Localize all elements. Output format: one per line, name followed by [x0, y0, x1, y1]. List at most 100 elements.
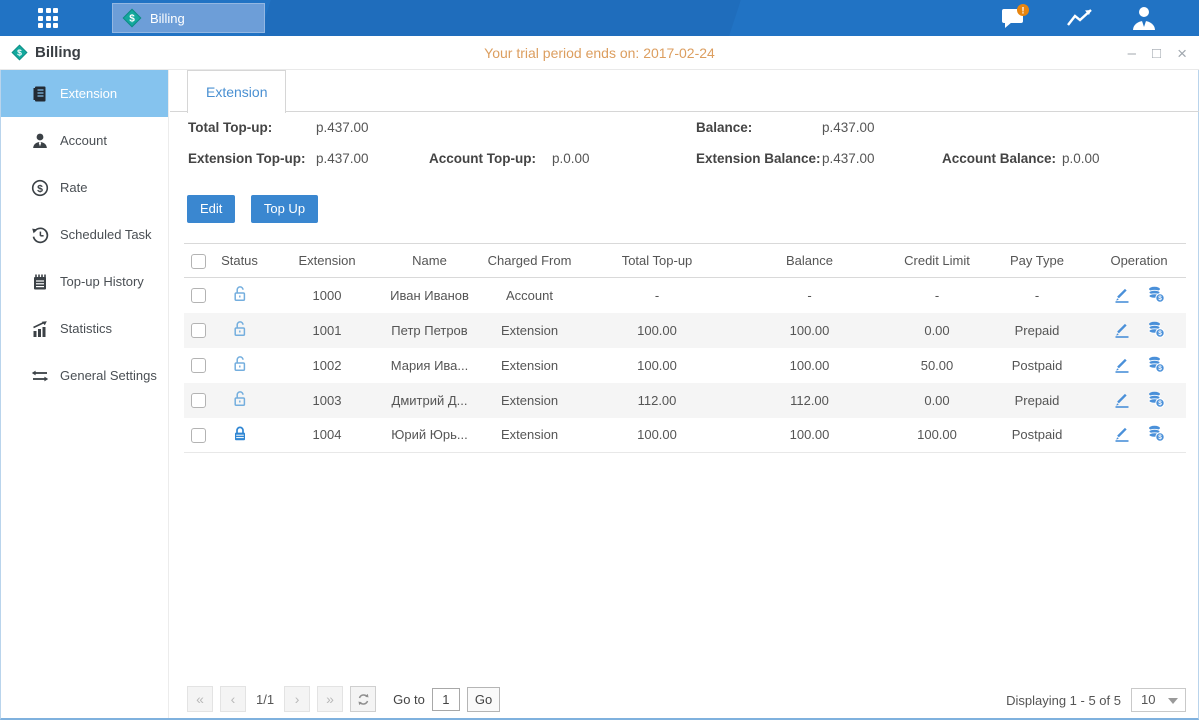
- lock-open-icon[interactable]: [232, 320, 248, 340]
- row-checkbox[interactable]: [191, 358, 206, 373]
- taskbar-item-billing[interactable]: $ Billing: [112, 3, 265, 33]
- cell-charged-from: Extension: [472, 418, 587, 453]
- svg-text:$: $: [1158, 434, 1162, 441]
- extension-topup-value: p.437.00: [316, 151, 369, 166]
- tab-strip: Extension: [170, 70, 1199, 112]
- top-up-row-icon[interactable]: $: [1147, 320, 1165, 341]
- cell-balance: -: [727, 278, 892, 313]
- lock-open-icon[interactable]: [232, 285, 248, 305]
- cell-total-topup: 100.00: [587, 313, 727, 348]
- edit-row-icon[interactable]: [1113, 390, 1131, 411]
- sidebar-item-label: Rate: [60, 180, 87, 195]
- cell-balance: 112.00: [727, 383, 892, 418]
- balance-value: p.437.00: [822, 120, 875, 135]
- minimize-icon[interactable]: –: [1128, 46, 1136, 61]
- apps-grid-icon[interactable]: [38, 8, 60, 29]
- displaying-text: Displaying 1 - 5 of 5: [1006, 693, 1121, 708]
- table-row: 1004Юрий Юрь...Extension100.00100.00100.…: [184, 418, 1186, 453]
- cell-pay-type: Postpaid: [982, 418, 1092, 453]
- page-size-value: 10: [1141, 692, 1155, 707]
- extension-icon: [31, 85, 49, 103]
- messages-icon[interactable]: !: [1001, 4, 1031, 32]
- cell-extension: 1002: [267, 348, 387, 383]
- topbar-decoration: [259, 0, 741, 36]
- user-account-icon[interactable]: [1129, 4, 1159, 32]
- lock-open-icon[interactable]: [232, 355, 248, 375]
- col-charged-from: Charged From: [472, 244, 587, 278]
- cell-balance: 100.00: [727, 313, 892, 348]
- sidebar-item-label: Account: [60, 133, 107, 148]
- prev-page-button[interactable]: ‹: [220, 686, 246, 712]
- cell-charged-from: Account: [472, 278, 587, 313]
- account-topup-label: Account Top-up:: [429, 151, 536, 166]
- sidebar-item-label: Statistics: [60, 321, 112, 336]
- col-pay-type: Pay Type: [982, 244, 1092, 278]
- sidebar-item-general-settings[interactable]: General Settings: [1, 352, 168, 399]
- last-page-button[interactable]: »: [317, 686, 343, 712]
- cell-extension: 1004: [267, 418, 387, 453]
- top-up-button[interactable]: Top Up: [251, 195, 318, 223]
- extension-table: Status Extension Name Charged From Total…: [184, 243, 1186, 453]
- sidebar-item-account[interactable]: Account: [1, 117, 168, 164]
- cell-extension: 1000: [267, 278, 387, 313]
- cell-total-topup: 100.00: [587, 348, 727, 383]
- col-status: Status: [212, 244, 267, 278]
- page-size-select[interactable]: 10: [1131, 688, 1186, 712]
- statistics-chart-icon[interactable]: [1065, 4, 1095, 32]
- svg-text:$: $: [129, 14, 135, 25]
- edit-row-icon[interactable]: [1113, 320, 1131, 341]
- extension-topup-label: Extension Top-up:: [188, 151, 306, 166]
- cell-credit-limit: -: [892, 278, 982, 313]
- maximize-icon[interactable]: □: [1152, 46, 1161, 61]
- cell-total-topup: -: [587, 278, 727, 313]
- close-icon[interactable]: ×: [1177, 45, 1187, 62]
- lock-open-icon[interactable]: [232, 390, 248, 410]
- refresh-icon[interactable]: [350, 686, 376, 712]
- rate-icon: $: [31, 179, 49, 197]
- account-icon: [31, 132, 49, 150]
- extension-balance-label: Extension Balance:: [696, 151, 821, 166]
- row-checkbox[interactable]: [191, 428, 206, 443]
- svg-text:$: $: [1158, 400, 1162, 407]
- cell-balance: 100.00: [727, 348, 892, 383]
- sidebar-item-statistics[interactable]: Statistics: [1, 305, 168, 352]
- cell-extension: 1003: [267, 383, 387, 418]
- row-checkbox[interactable]: [191, 393, 206, 408]
- billing-window: Extension Account $ Rate: [0, 70, 1199, 720]
- goto-page-input[interactable]: [432, 688, 460, 711]
- sidebar-item-scheduled-task[interactable]: Scheduled Task: [1, 211, 168, 258]
- topbar: $ Billing !: [0, 0, 1199, 36]
- edit-button[interactable]: Edit: [187, 195, 235, 223]
- svg-text:$: $: [1158, 295, 1162, 302]
- go-button[interactable]: Go: [467, 687, 500, 712]
- top-up-row-icon[interactable]: $: [1147, 355, 1165, 376]
- table-row: 1001Петр ПетровExtension100.00100.000.00…: [184, 313, 1186, 348]
- row-checkbox[interactable]: [191, 288, 206, 303]
- top-up-row-icon[interactable]: $: [1147, 285, 1165, 306]
- cell-name: Дмитрий Д...: [387, 383, 472, 418]
- sidebar-item-rate[interactable]: $ Rate: [1, 164, 168, 211]
- row-checkbox[interactable]: [191, 323, 206, 338]
- first-page-button[interactable]: «: [187, 686, 213, 712]
- sidebar-item-extension[interactable]: Extension: [1, 70, 168, 117]
- edit-row-icon[interactable]: [1113, 424, 1131, 445]
- col-name: Name: [387, 244, 472, 278]
- main-content: Extension Total Top-up: p.437.00 Balance…: [170, 70, 1199, 718]
- svg-text:$: $: [37, 182, 43, 194]
- next-page-button[interactable]: ›: [284, 686, 310, 712]
- lock-closed-icon[interactable]: [232, 425, 248, 445]
- chevron-down-icon: [1168, 698, 1178, 704]
- edit-row-icon[interactable]: [1113, 355, 1131, 376]
- total-topup-label: Total Top-up:: [188, 120, 272, 135]
- cell-credit-limit: 0.00: [892, 383, 982, 418]
- select-all-checkbox[interactable]: [191, 254, 206, 269]
- edit-row-icon[interactable]: [1113, 285, 1131, 306]
- col-extension: Extension: [267, 244, 387, 278]
- cell-credit-limit: 50.00: [892, 348, 982, 383]
- top-up-row-icon[interactable]: $: [1147, 424, 1165, 445]
- top-up-row-icon[interactable]: $: [1147, 390, 1165, 411]
- cell-pay-type: Prepaid: [982, 383, 1092, 418]
- tab-extension[interactable]: Extension: [187, 70, 286, 113]
- sidebar-item-topup-history[interactable]: Top-up History: [1, 258, 168, 305]
- sidebar-item-label: Extension: [60, 86, 117, 101]
